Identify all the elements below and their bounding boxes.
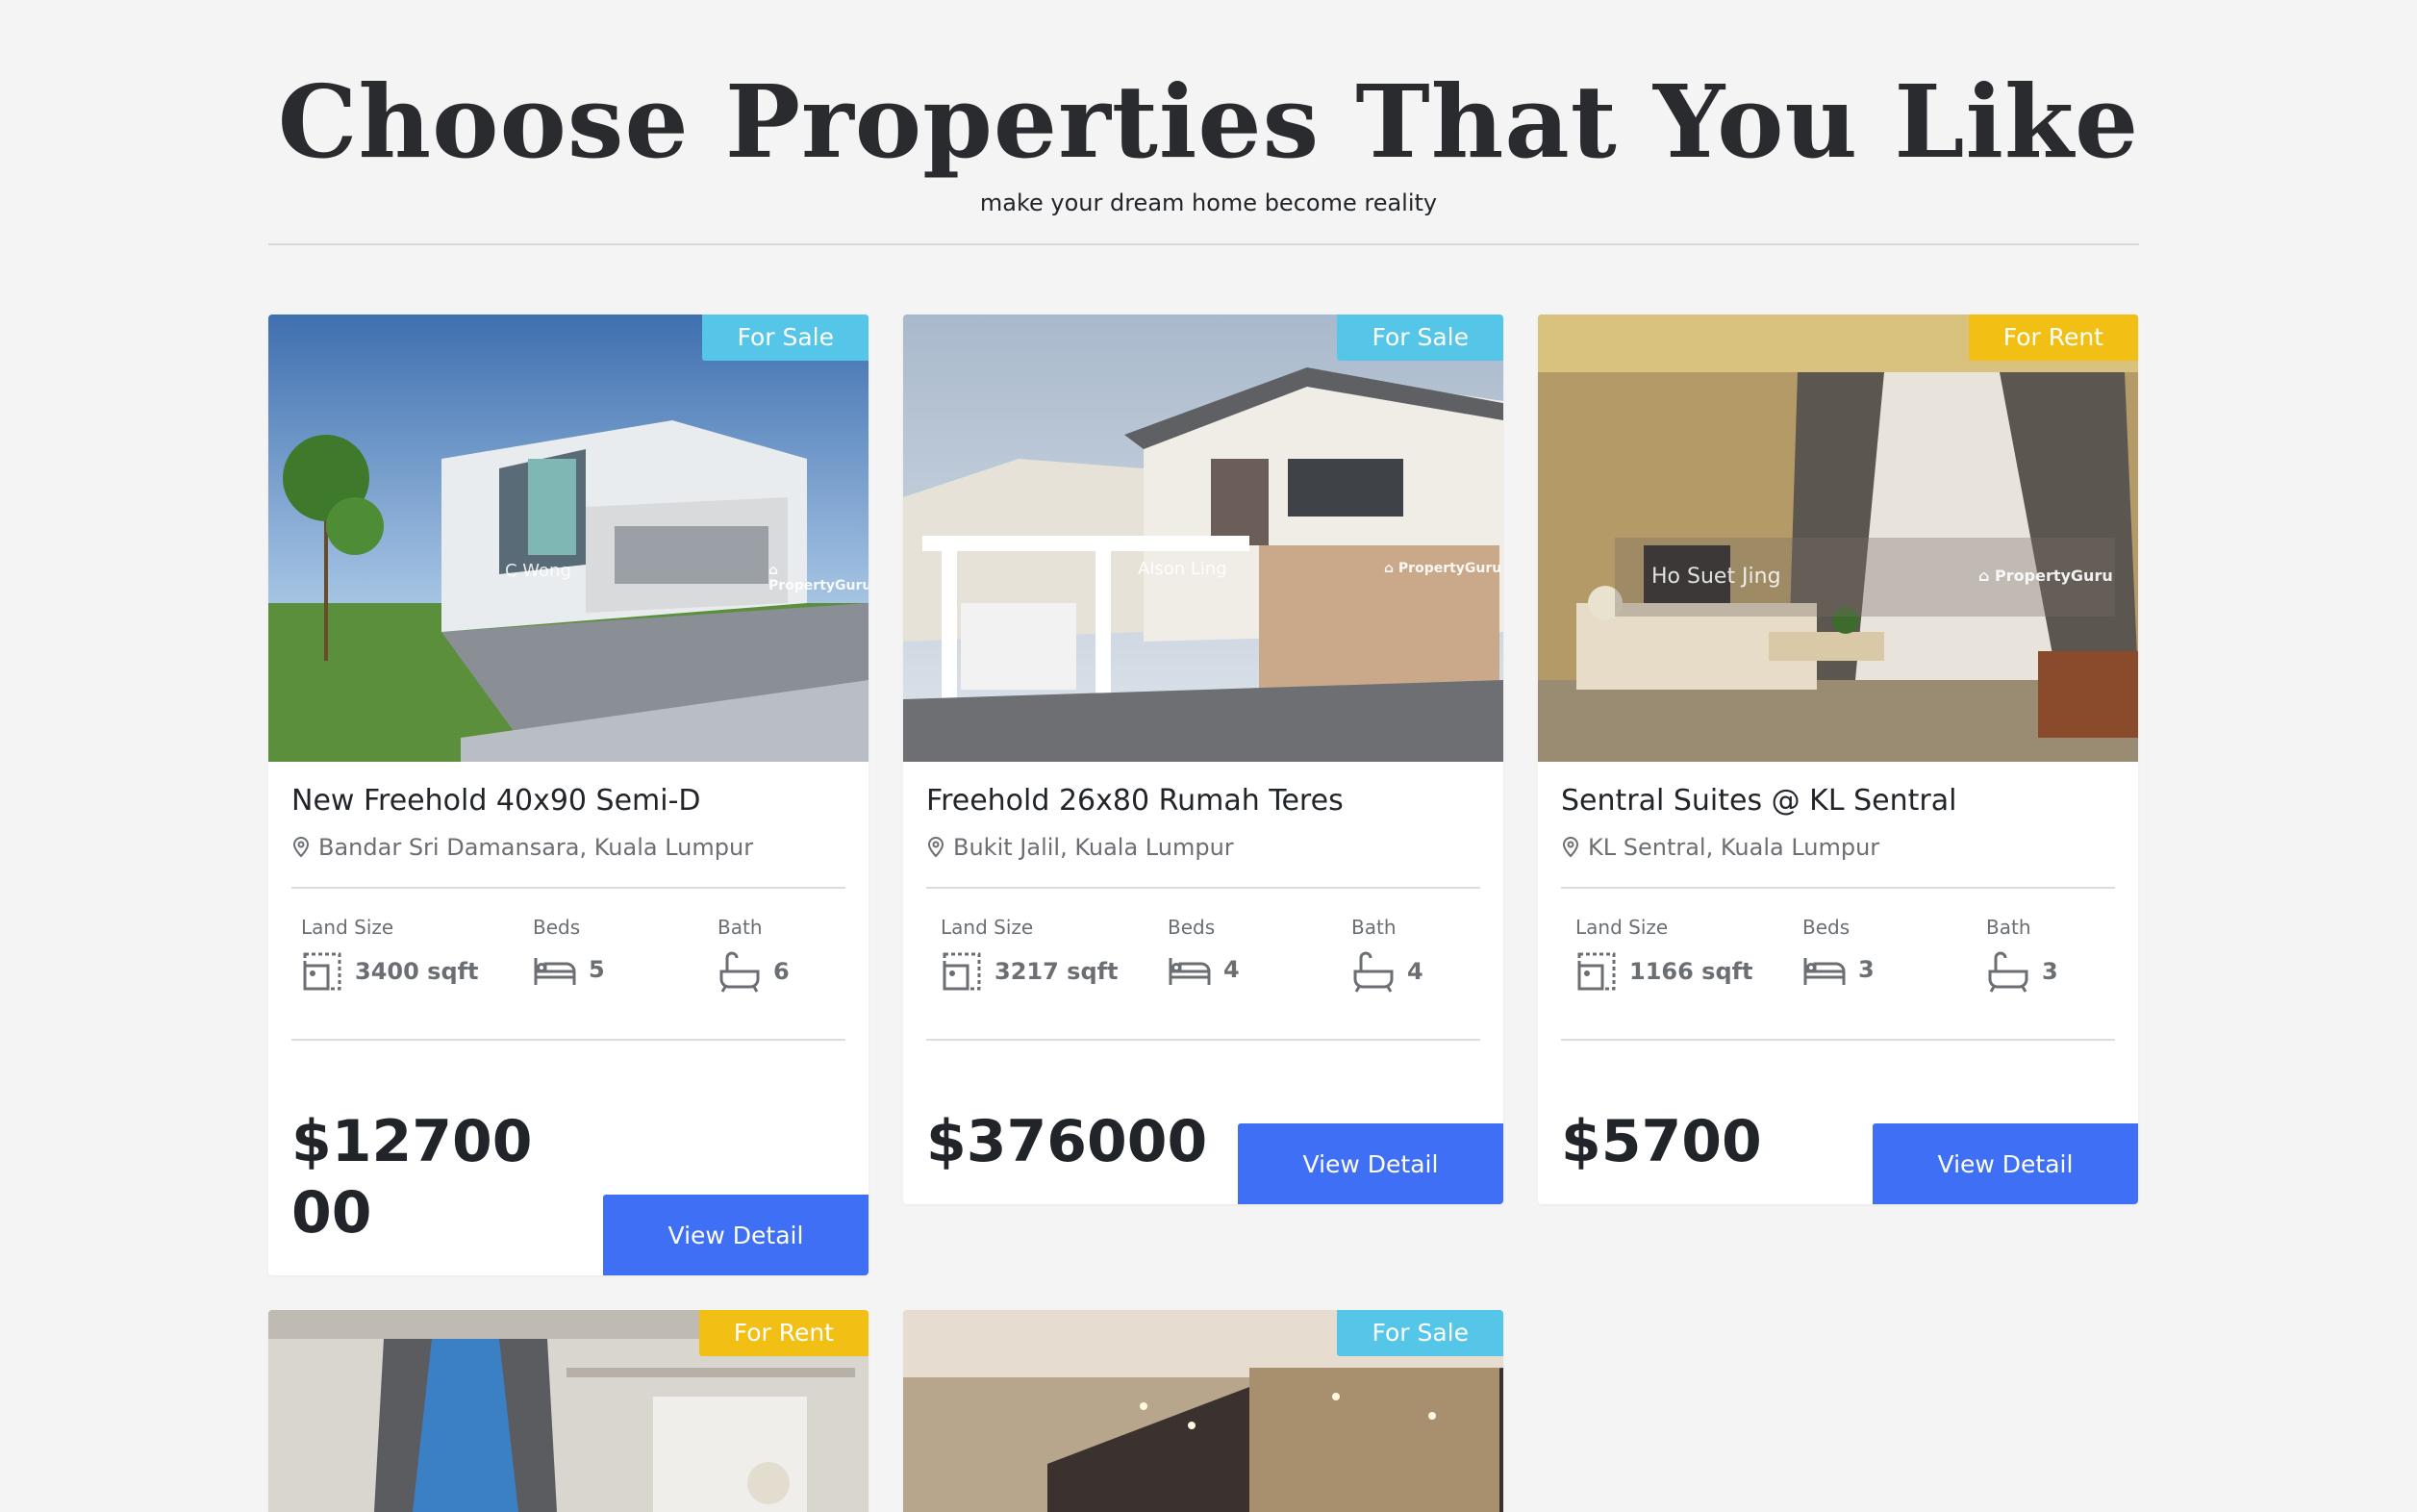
property-price: $5700 [1561,1108,1762,1175]
card-divider [291,1039,845,1041]
watermark-logo: ⌂ PropertyGuru [1384,561,1502,576]
bed-icon [534,958,576,985]
bed-icon [1169,958,1211,985]
header-divider [268,243,2139,245]
for-rent-badge: For Rent [698,1310,869,1356]
bathtub-icon [719,951,760,993]
property-location: KL Sentral, Kuala Lumpur [1561,830,1879,865]
property-card: For Rent [268,1310,869,1512]
property-card: C Wong ⌂ PropertyGuru For Sale New Freeh… [268,315,869,1275]
page-title: Choose Properties That You Like [277,63,2140,181]
beds-value: 5 [589,956,605,983]
beds-value: 3 [1858,956,1875,983]
bathtub-icon [1988,951,2028,993]
bed-icon [1803,958,1846,985]
card-divider [291,887,845,889]
property-photo[interactable]: C Wong ⌂ PropertyGuru For Sale [268,315,869,762]
property-photo[interactable]: Ho Suet Jing ⌂ PropertyGuru For Rent [1538,315,2138,762]
view-detail-button[interactable]: View Detail [1873,1123,2138,1204]
feature-beds: Beds 4 [1168,914,1240,989]
property-price: $376000 [926,1108,1208,1175]
feature-bath: Bath 3 [1986,914,2058,993]
feature-bath: Bath 6 [718,914,790,993]
bath-value: 4 [1407,958,1423,985]
bath-value: 3 [2042,958,2058,985]
card-divider [926,887,1480,889]
bathtub-icon [1353,951,1394,993]
location-pin-icon [927,837,944,858]
location-text: KL Sentral, Kuala Lumpur [1588,834,1880,861]
bath-value: 6 [773,958,790,985]
location-pin-icon [292,837,310,858]
land-size-icon [943,952,981,991]
watermark-logo: ⌂ PropertyGuru [768,563,869,593]
watermark-logo: ⌂ PropertyGuru [1978,567,2113,585]
property-price: $1270000 [291,1108,533,1247]
beds-value: 4 [1223,956,1240,983]
property-title[interactable]: Freehold 26x80 Rumah Teres [926,780,1344,822]
property-photo[interactable]: Alson Ling ⌂ PropertyGuru For Sale [903,315,1503,762]
location-text: Bukit Jalil, Kuala Lumpur [953,834,1234,861]
for-sale-badge: For Sale [1337,1310,1503,1356]
property-location: Bukit Jalil, Kuala Lumpur [926,830,1234,865]
land-size-icon [303,952,341,991]
page-subtitle: make your dream home become reality [979,189,1438,216]
property-card: Alson Ling ⌂ PropertyGuru For Sale Freeh… [903,315,1503,1204]
feature-land-size: Land Size 1166 sqft [1575,914,1753,993]
land-size-value: 1166 sqft [1629,958,1753,985]
feature-beds: Beds 5 [533,914,605,989]
for-sale-badge: For Sale [1337,315,1503,361]
card-divider [1561,887,2115,889]
property-title[interactable]: Sentral Suites @ KL Sentral [1561,780,1956,822]
view-detail-button[interactable]: View Detail [1238,1123,1503,1204]
card-divider [926,1039,1480,1041]
for-sale-badge: For Sale [702,315,869,361]
photo-watermark: C Wong [505,561,571,581]
property-photo[interactable]: For Sale [903,1310,1503,1512]
land-size-value: 3217 sqft [994,958,1119,985]
property-card: Ho Suet Jing ⌂ PropertyGuru For Rent Sen… [1538,315,2138,1204]
photo-watermark: Alson Ling [1138,559,1227,579]
property-card: For Sale [903,1310,1503,1512]
land-size-icon [1577,952,1616,991]
feature-beds: Beds 3 [1802,914,1875,989]
feature-land-size: Land Size 3400 sqft [301,914,479,993]
property-title[interactable]: New Freehold 40x90 Semi-D [291,780,701,822]
feature-land-size: Land Size 3217 sqft [941,914,1119,993]
for-rent-badge: For Rent [1968,315,2138,361]
feature-bath: Bath 4 [1351,914,1423,993]
property-location: Bandar Sri Damansara, Kuala Lumpur [291,830,753,865]
land-size-value: 3400 sqft [355,958,479,985]
location-text: Bandar Sri Damansara, Kuala Lumpur [318,834,754,861]
property-photo[interactable]: For Rent [268,1310,869,1512]
location-pin-icon [1562,837,1579,858]
card-divider [1561,1039,2115,1041]
photo-watermark: Ho Suet Jing [1651,565,1781,589]
view-detail-button[interactable]: View Detail [603,1195,869,1275]
